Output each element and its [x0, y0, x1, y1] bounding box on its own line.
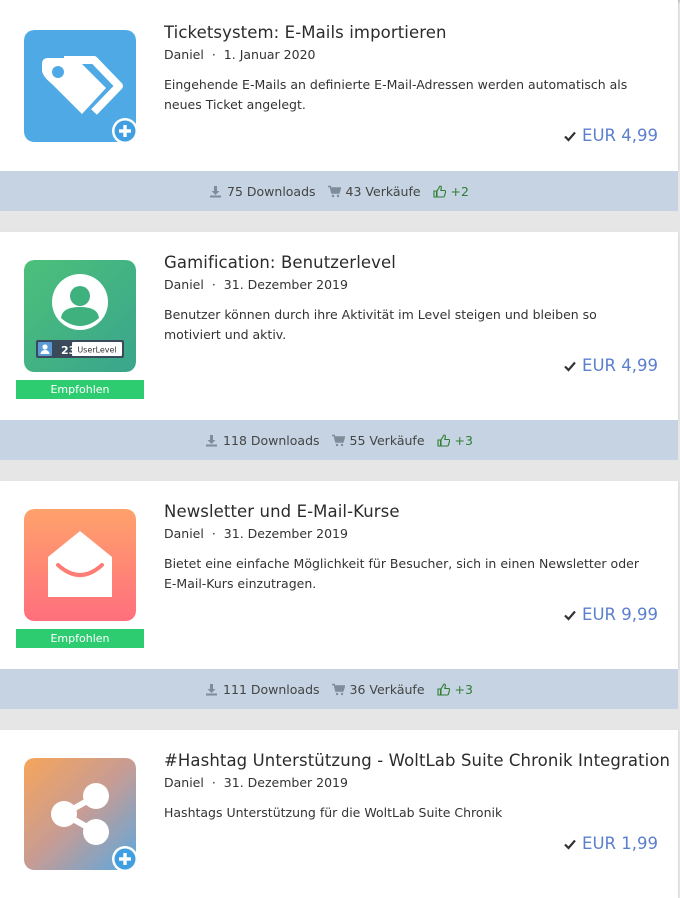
cart-icon	[331, 683, 345, 695]
product-title[interactable]: Newsletter und E-Mail-Kurse	[164, 502, 400, 521]
product-card: Ticketsystem: E-Mails importieren Daniel…	[0, 0, 678, 171]
downloads-stat: 111 Downloads	[205, 681, 320, 697]
product-icon[interactable]	[24, 758, 138, 872]
sales-count: 43 Verkäufe	[345, 183, 421, 199]
sales-stat: 55 Verkäufe	[331, 432, 425, 448]
download-icon	[210, 185, 222, 197]
price[interactable]: EUR 4,99	[564, 356, 658, 375]
date: 31. Dezember 2019	[223, 277, 348, 292]
author-link[interactable]: Daniel	[164, 775, 204, 790]
sales-count: 55 Verkäufe	[349, 432, 425, 448]
recommended-badge: Empfohlen	[16, 629, 144, 648]
meta-separator: ·	[211, 526, 216, 541]
price-label: EUR 4,99	[582, 356, 658, 375]
price[interactable]: EUR 9,99	[564, 605, 658, 624]
product-icon[interactable]	[24, 509, 136, 621]
stats-bar: 111 Downloads 36 Verkäufe +3	[0, 669, 678, 709]
product-card: #Hashtag Unterstützung - WoltLab Suite C…	[0, 730, 678, 898]
download-icon	[206, 434, 218, 446]
check-icon	[564, 839, 576, 850]
product-icon[interactable]: 23 UserLevel	[24, 260, 136, 372]
date: 1. Januar 2020	[223, 47, 316, 62]
stats-bar: 118 Downloads 55 Verkäufe +3	[0, 420, 678, 460]
author-link[interactable]: Daniel	[164, 277, 204, 292]
envelope-icon	[24, 509, 136, 621]
sales-stat: 43 Verkäufe	[327, 183, 421, 199]
date: 31. Dezember 2019	[223, 775, 348, 790]
plus-badge-icon	[112, 118, 138, 144]
downloads-stat: 118 Downloads	[205, 432, 320, 448]
downloads-count: 118 Downloads	[223, 432, 320, 448]
cart-icon	[331, 434, 345, 446]
product-meta: Daniel · 31. Dezember 2019	[164, 526, 348, 541]
plus-badge-icon	[112, 846, 138, 872]
product-description: Eingehende E-Mails an definierte E-Mail-…	[164, 77, 628, 112]
likes-stat[interactable]: +2	[432, 183, 469, 199]
thumbs-up-icon	[436, 682, 450, 696]
download-icon	[206, 683, 218, 695]
check-icon	[564, 131, 576, 142]
product-meta: Daniel · 31. Dezember 2019	[164, 775, 348, 790]
likes-stat[interactable]: +3	[436, 681, 473, 697]
product-description: Hashtags Unterstützung für die WoltLab S…	[164, 805, 503, 820]
sales-count: 36 Verkäufe	[349, 681, 425, 697]
likes-count: +2	[450, 183, 469, 199]
product-title[interactable]: Gamification: Benutzerlevel	[164, 253, 396, 272]
check-icon	[564, 361, 576, 372]
product-meta: Daniel · 1. Januar 2020	[164, 47, 315, 62]
sales-stat: 36 Verkäufe	[331, 681, 425, 697]
price-label: EUR 4,99	[582, 126, 658, 145]
cart-icon	[327, 185, 341, 197]
author-link[interactable]: Daniel	[164, 526, 204, 541]
price-label: EUR 9,99	[582, 605, 658, 624]
user-level-icon: 23 UserLevel	[24, 260, 136, 372]
thumbs-up-icon	[436, 433, 450, 447]
likes-count: +3	[454, 681, 473, 697]
user-level-label: UserLevel	[77, 346, 116, 355]
author-link[interactable]: Daniel	[164, 47, 204, 62]
product-meta: Daniel · 31. Dezember 2019	[164, 277, 348, 292]
recommended-badge: Empfohlen	[16, 380, 144, 399]
product-description: Bietet eine einfache Möglichkeit für Bes…	[164, 556, 639, 591]
likes-stat[interactable]: +3	[436, 432, 473, 448]
price-label: EUR 1,99	[582, 834, 658, 853]
meta-separator: ·	[211, 47, 216, 62]
meta-separator: ·	[211, 277, 216, 292]
likes-count: +3	[454, 432, 473, 448]
thumbs-up-icon	[432, 184, 446, 198]
price[interactable]: EUR 4,99	[564, 126, 658, 145]
check-icon	[564, 610, 576, 621]
product-card: 23 UserLevel Empfohlen Gamification: Ben…	[0, 232, 678, 420]
date: 31. Dezember 2019	[223, 526, 348, 541]
meta-separator: ·	[211, 775, 216, 790]
product-title[interactable]: Ticketsystem: E-Mails importieren	[164, 23, 447, 42]
downloads-count: 111 Downloads	[223, 681, 320, 697]
product-title[interactable]: #Hashtag Unterstützung - WoltLab Suite C…	[164, 751, 670, 770]
product-icon[interactable]	[24, 30, 138, 144]
downloads-stat: 75 Downloads	[209, 184, 316, 199]
product-description: Benutzer können durch ihre Aktivität im …	[164, 307, 597, 342]
product-card: Empfohlen Newsletter und E-Mail-Kurse Da…	[0, 481, 678, 669]
stats-bar: 75 Downloads 43 Verkäufe +2	[0, 171, 678, 211]
downloads-count: 75 Downloads	[227, 183, 316, 199]
price[interactable]: EUR 1,99	[564, 834, 658, 853]
